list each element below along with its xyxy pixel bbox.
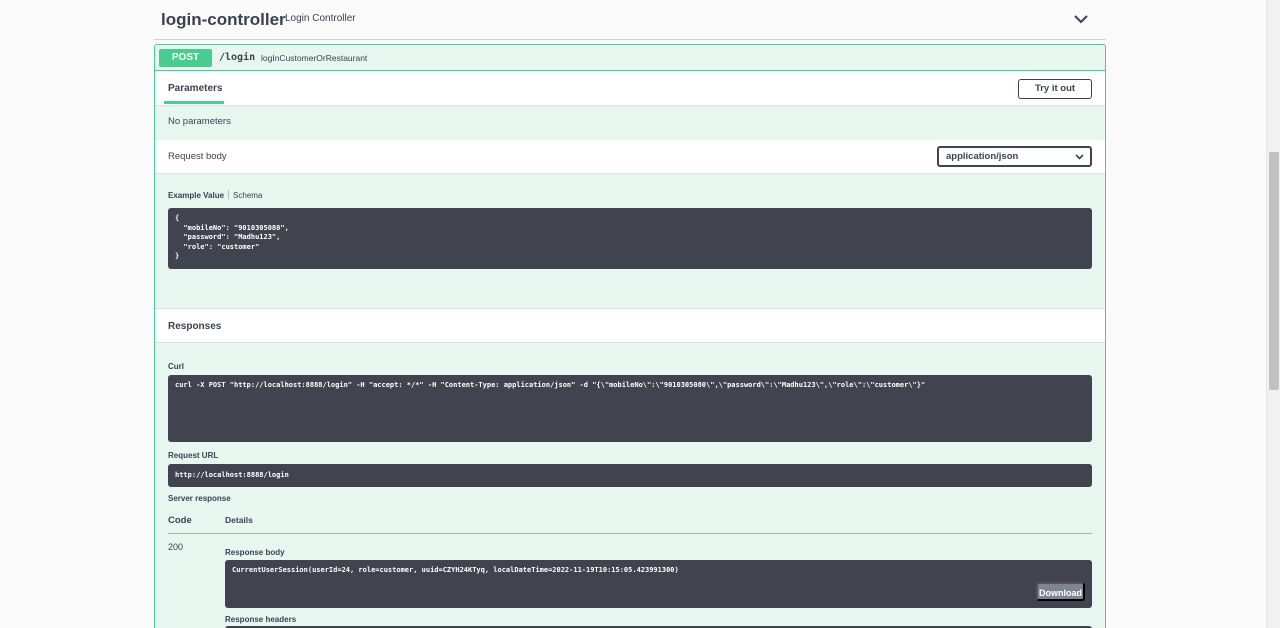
page-scrollbar[interactable] [1266, 0, 1280, 628]
operation-block-post-login: POST /login logInCustomerOrRestaurant Pa… [154, 44, 1106, 628]
status-code: 200 [168, 542, 184, 552]
code-column-header: Code [168, 515, 192, 526]
server-response-label: Server response [168, 494, 231, 503]
request-body-header: Request body application/json [155, 140, 1105, 174]
chevron-down-icon [1075, 154, 1084, 160]
curl-code[interactable]: curl -X POST "http://localhost:8888/logi… [168, 375, 1092, 442]
tag-title: login-controller [161, 10, 286, 29]
download-button[interactable]: Download [1036, 582, 1085, 601]
operation-summary[interactable]: POST /login logInCustomerOrRestaurant [155, 45, 1105, 71]
responses-title: Responses [168, 321, 222, 332]
example-value-code[interactable]: { "mobileNo": "9010305080", "password": … [168, 208, 1092, 269]
details-column-header: Details [225, 515, 253, 525]
try-it-out-button[interactable]: Try it out [1018, 79, 1092, 99]
curl-label: Curl [168, 362, 184, 371]
operation-id: logInCustomerOrRestaurant [261, 53, 368, 63]
tag-section-header[interactable]: login-controller Login Controller [154, 0, 1106, 40]
responses-header: Responses [155, 308, 1105, 343]
tag-description: Login Controller [285, 13, 356, 24]
parameters-header: Parameters Try it out [155, 72, 1105, 106]
tab-divider [228, 190, 230, 199]
tab-schema[interactable]: Schema [233, 191, 262, 200]
scrollbar-thumb[interactable] [1269, 152, 1279, 390]
tab-example-value[interactable]: Example Value [168, 191, 224, 200]
no-parameters-text: No parameters [168, 116, 231, 127]
tab-active-indicator [164, 101, 224, 104]
request-url-label: Request URL [168, 451, 219, 460]
content-type-value: application/json [946, 151, 1019, 162]
request-body-label: Request body [168, 151, 227, 162]
tab-parameters[interactable]: Parameters [168, 83, 222, 94]
request-url-code[interactable]: http://localhost:8888/login [168, 464, 1092, 487]
table-header-divider [168, 533, 1092, 534]
response-body-label: Response body [225, 548, 285, 557]
content-type-select[interactable]: application/json [937, 146, 1092, 167]
example-schema-tabs: Example Value Schema [168, 190, 262, 200]
response-body-code[interactable]: CurrentUserSession(userId=24, role=custo… [225, 560, 1092, 608]
response-headers-label: Response headers [225, 615, 297, 624]
operation-path: /login [219, 52, 256, 63]
chevron-down-icon[interactable] [1072, 12, 1090, 26]
method-badge: POST [159, 49, 212, 67]
